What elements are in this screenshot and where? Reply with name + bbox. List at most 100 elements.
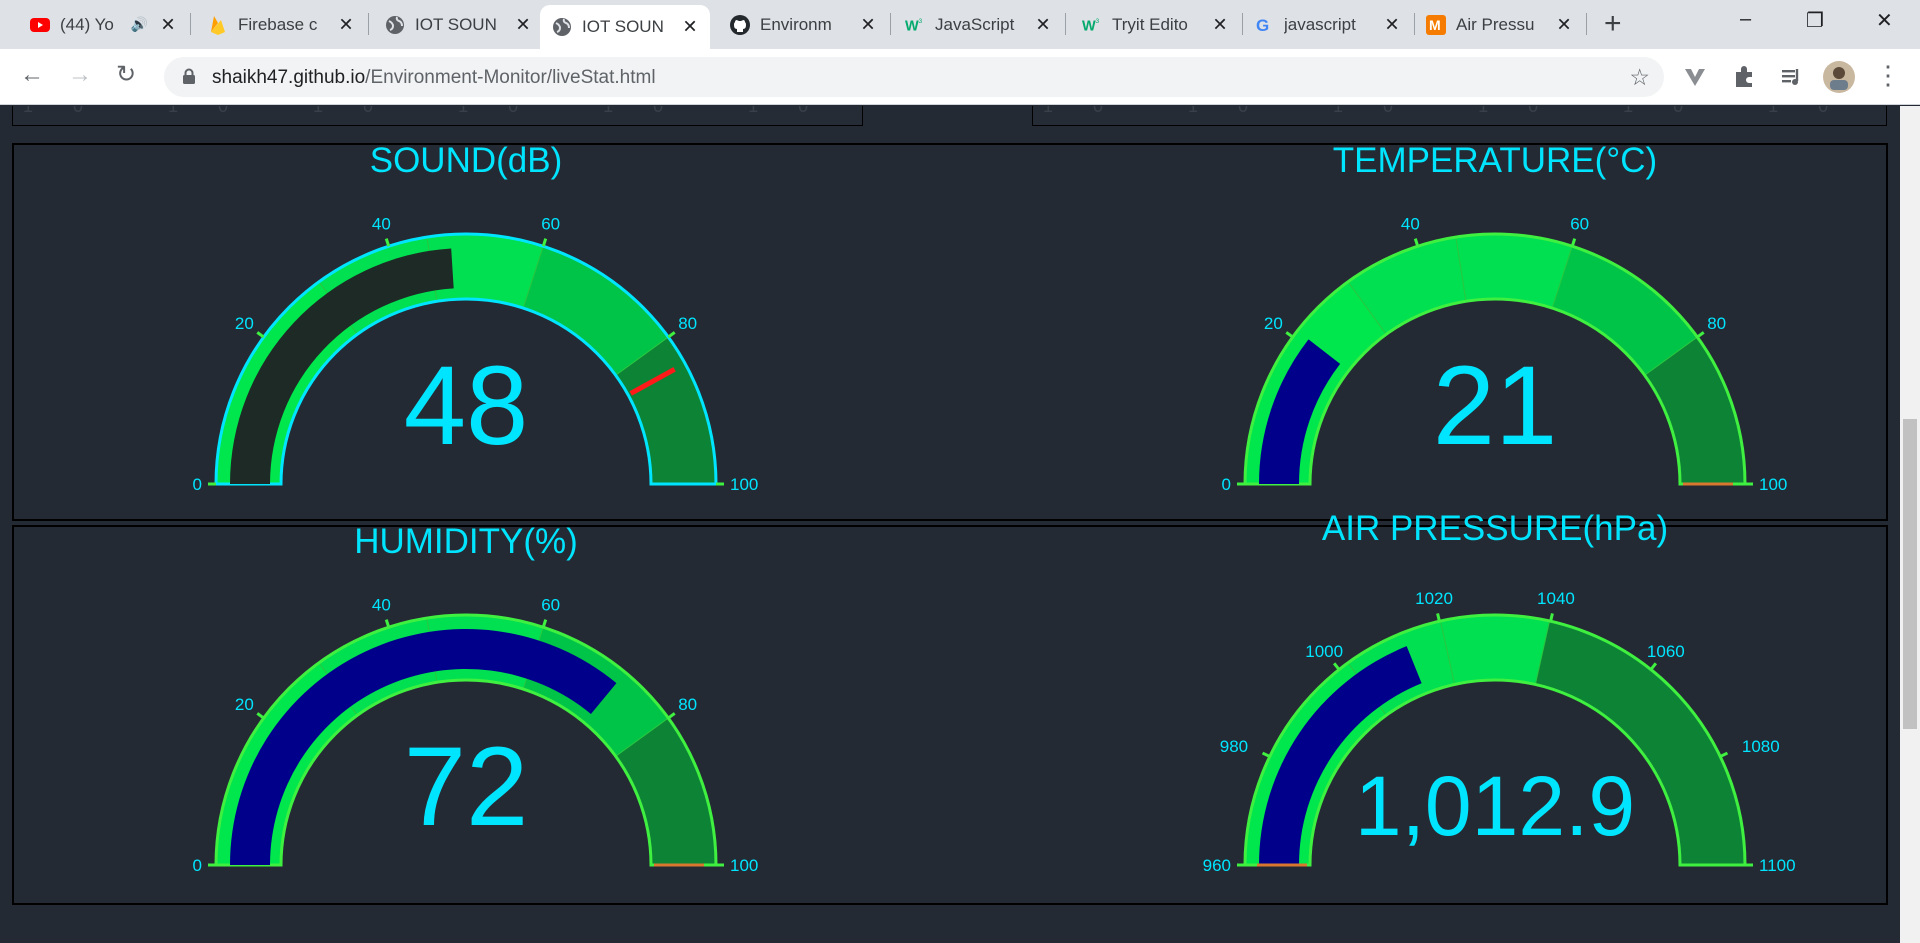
back-arrow-icon[interactable]: ← <box>20 63 44 87</box>
github-icon <box>730 15 750 35</box>
svg-text:M: M <box>1429 17 1441 33</box>
gauge-tick <box>1332 662 1341 671</box>
gauges-canvas: 0 20 40 60 80 100 48 SOUND(dB) 0 20 40 60 80 100 21 TEM… <box>193 141 1796 875</box>
gauge-title: TEMPERATURE(°C) <box>1333 141 1657 180</box>
w3schools-icon: W3 <box>1082 15 1102 35</box>
minimize-icon[interactable]: – <box>1740 8 1751 31</box>
gauge-tick <box>384 619 391 628</box>
gauge-tick-label: 1100 <box>1759 856 1796 875</box>
tab-separator <box>368 13 369 35</box>
tab-title: Firebase c <box>238 15 318 34</box>
globe-icon <box>385 15 405 35</box>
m-icon: M <box>1426 15 1446 35</box>
forward-arrow-icon[interactable]: → <box>68 63 92 87</box>
media-controls-icon[interactable] <box>1779 64 1805 90</box>
gauge-tick-label: 0 <box>193 475 202 494</box>
browser-tab[interactable]: W 3 Tryit Edito ✕ <box>1070 7 1240 43</box>
page-scrollbar[interactable] <box>1900 106 1920 943</box>
gauge-tick-label: 60 <box>1570 214 1589 233</box>
gauge-tick-label: 1080 <box>1742 737 1780 756</box>
gauge-tick <box>256 331 265 339</box>
gauge-tick <box>541 619 548 628</box>
gauge-tick <box>1413 238 1420 247</box>
close-tab-icon[interactable]: ✕ <box>513 15 533 36</box>
close-tab-icon[interactable]: ✕ <box>336 15 356 36</box>
close-tab-icon[interactable]: ✕ <box>1210 15 1230 36</box>
svg-text:G: G <box>1256 16 1269 35</box>
reload-icon[interactable]: ↻ <box>116 63 136 87</box>
gauge-tick <box>667 331 676 339</box>
tab-title: JavaScript <box>935 15 1015 34</box>
gauge-value-bar <box>1259 339 1341 484</box>
gauge-tick-label: 80 <box>1707 314 1726 333</box>
gauge-sound: 0 20 40 60 80 100 48 SOUND(dB) <box>193 141 759 494</box>
gauge-title: SOUND(dB) <box>370 141 563 180</box>
svg-text:W: W <box>1082 18 1096 34</box>
gauge-tick <box>1436 613 1441 622</box>
gauge-tick-label: 80 <box>678 314 697 333</box>
close-tab-icon[interactable]: ✕ <box>680 17 700 38</box>
close-tab-icon[interactable]: ✕ <box>1382 15 1402 36</box>
gauge-tick-label: 980 <box>1220 737 1248 756</box>
close-tab-icon[interactable]: ✕ <box>1554 15 1574 36</box>
tab-audio-icon[interactable]: 🔊 <box>131 16 148 33</box>
gauge-tick <box>384 238 391 247</box>
close-tab-icon[interactable]: ✕ <box>1033 15 1053 36</box>
browser-tab[interactable]: Gjavascript ✕ <box>1242 7 1412 43</box>
lock-icon <box>183 68 195 84</box>
close-tab-icon[interactable]: ✕ <box>158 15 178 36</box>
browser-toolbar: ← → ↻ shaikh47.github.io/Environment-Mon… <box>0 49 1920 105</box>
tab-separator <box>890 13 891 35</box>
browser-tab[interactable]: IOT SOUN ✕ <box>373 7 543 43</box>
window-close-icon[interactable]: ✕ <box>1876 8 1893 33</box>
gauge-title: AIR PRESSURE(hPa) <box>1322 509 1668 548</box>
globe-icon <box>552 17 572 37</box>
restore-icon[interactable]: ❐ <box>1806 8 1824 33</box>
gauge-tick-label: 40 <box>372 595 391 614</box>
tab-title: IOT SOUN <box>582 17 664 36</box>
gauge-air-pressure: 960 980 1000 1020 1040 1060 1080 1100 1,012.9 AIR… <box>1203 509 1796 875</box>
svg-text:3: 3 <box>919 18 923 25</box>
w3schools-icon: W3 <box>905 15 925 35</box>
youtube-icon <box>30 15 50 35</box>
google-icon: G <box>1254 15 1274 35</box>
browser-tab[interactable]: IOT SOUN ✕ <box>540 5 710 49</box>
browser-menu-icon[interactable]: ⋮ <box>1875 62 1901 88</box>
new-tab-button[interactable]: + <box>1604 9 1622 39</box>
tab-title: Tryit Edito <box>1112 15 1188 34</box>
gauge-tick-label: 20 <box>235 314 254 333</box>
scrollbar-thumb[interactable] <box>1903 419 1917 729</box>
gauge-tick-label: 1020 <box>1415 589 1453 608</box>
gauge-tick-label: 960 <box>1203 856 1231 875</box>
profile-avatar[interactable] <box>1823 61 1855 93</box>
browser-tab[interactable]: Firebase c ✕ <box>196 7 366 43</box>
gauge-tick-label: 1040 <box>1537 589 1575 608</box>
tab-title: Environm <box>760 15 832 34</box>
gauge-tick-label: 20 <box>235 695 254 714</box>
close-tab-icon[interactable]: ✕ <box>858 15 878 36</box>
gauge-tick-label: 100 <box>1759 475 1787 494</box>
gauge-tick-label: 100 <box>730 475 758 494</box>
browser-tab-strip: (44) Yo 🔊 ✕ Firebase c ✕ IOT SOUN ✕ IOT SOUN ✕ En… <box>0 0 1920 49</box>
address-bar[interactable]: shaikh47.github.io/Environment-Monitor/l… <box>164 57 1664 97</box>
gauge-value-text: 1,012.9 <box>1355 759 1635 853</box>
gauge-tick-label: 80 <box>678 695 697 714</box>
extensions-puzzle-icon[interactable] <box>1731 64 1757 90</box>
gauge-value-text: 21 <box>1433 343 1558 468</box>
vivaldi-extension-icon[interactable] <box>1682 64 1708 90</box>
gauge-tick <box>1696 331 1705 339</box>
gauge-humidity: 0 20 40 60 80 100 72 HUMIDITY(%) <box>193 522 759 875</box>
browser-tab[interactable]: M Air Pressu ✕ <box>1414 7 1584 43</box>
gauge-title: HUMIDITY(%) <box>354 522 578 561</box>
browser-tab[interactable]: W 3 JavaScript ✕ <box>893 7 1063 43</box>
tab-title: IOT SOUN <box>415 15 497 34</box>
browser-tab[interactable]: (44) Yo 🔊 ✕ <box>18 7 188 43</box>
gauge-tick-label: 0 <box>1222 475 1231 494</box>
gauge-tick <box>1719 751 1729 758</box>
gauge-band <box>1439 614 1551 686</box>
svg-text:W: W <box>905 18 919 34</box>
gauge-temperature: 0 20 40 60 80 100 21 TEMPERATURE(°C) <box>1222 141 1788 494</box>
bookmark-star-icon[interactable]: ☆ <box>1629 64 1650 91</box>
gauge-tick <box>256 712 265 720</box>
browser-tab[interactable]: Environm ✕ <box>718 7 888 43</box>
